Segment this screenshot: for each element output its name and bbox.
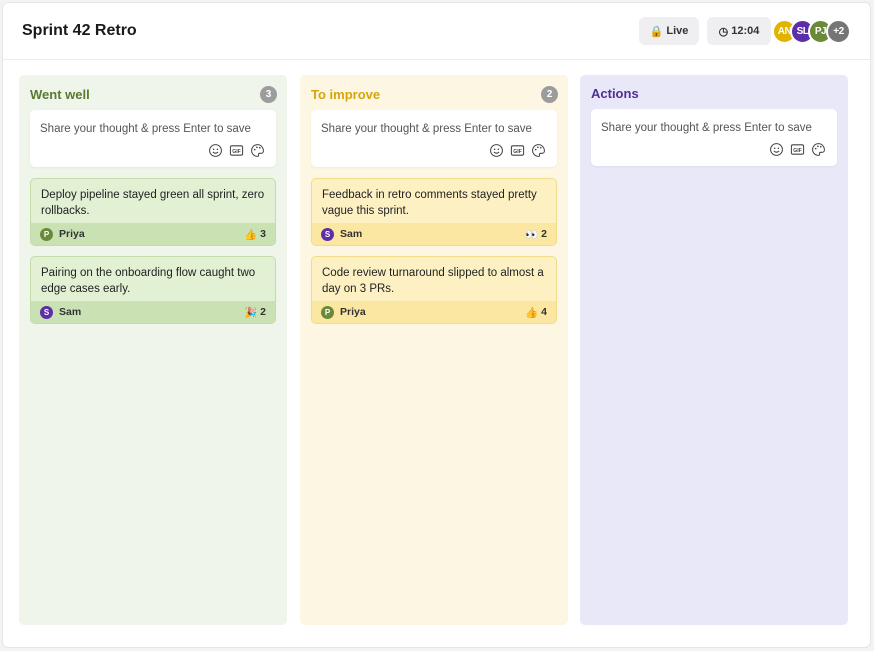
reaction-button[interactable]: 👍 4 [525, 306, 547, 319]
palette-icon[interactable] [250, 143, 265, 158]
retro-card[interactable]: Pairing on the onboarding flow caught tw… [30, 256, 276, 324]
eyes-icon: 👀 [525, 228, 539, 241]
live-label: Live [666, 25, 689, 37]
column-title: Went well [30, 87, 90, 102]
column-went-well: Went well 3 Share your thought & press E… [19, 75, 287, 625]
palette-icon[interactable] [811, 142, 826, 157]
author-avatar: S [321, 227, 334, 241]
timer-button[interactable]: ◷ 12:04 [707, 17, 771, 45]
author-name: Priya [340, 306, 366, 318]
page-title: Sprint 42 Retro [22, 22, 137, 39]
gif-icon[interactable]: GIF [510, 143, 525, 158]
author-name: Sam [340, 228, 363, 240]
thought-input[interactable]: Share your thought & press Enter to save… [591, 109, 837, 166]
more-participants-badge[interactable]: +2 [826, 19, 851, 44]
emoji-icon[interactable] [489, 143, 504, 158]
thumbs-up-icon: 👍 [525, 306, 539, 319]
author-avatar: P [321, 305, 334, 319]
gif-icon[interactable]: GIF [790, 142, 805, 157]
reaction-button[interactable]: 🎉 2 [244, 306, 266, 319]
reaction-button[interactable]: 👀 2 [525, 228, 547, 241]
column-title: To improve [311, 87, 381, 102]
column-to-improve: To improve 2 Share your thought & press … [300, 75, 568, 625]
author-avatar: S [40, 305, 53, 319]
reaction-count: 2 [541, 228, 547, 240]
svg-text:GIF: GIF [793, 148, 802, 154]
emoji-icon[interactable] [208, 143, 223, 158]
input-placeholder: Share your thought & press Enter to save [601, 122, 812, 134]
retro-board: Sprint 42 Retro 🔒 Live ◷ 12:04 AN SL PJ … [2, 2, 871, 648]
party-icon: 🎉 [244, 306, 258, 319]
card-text: Pairing on the onboarding flow caught tw… [41, 267, 256, 295]
input-placeholder: Share your thought & press Enter to save [321, 123, 532, 135]
card-text: Deploy pipeline stayed green all sprint,… [41, 189, 265, 217]
card-count-badge: 2 [541, 86, 558, 103]
author-name: Sam [59, 306, 82, 318]
card-text: Feedback in retro comments stayed pretty… [322, 189, 537, 217]
reaction-count: 4 [541, 306, 547, 318]
reaction-count: 3 [260, 228, 266, 240]
retro-card[interactable]: Feedback in retro comments stayed pretty… [311, 178, 557, 246]
column-actions: Actions Share your thought & press Enter… [580, 75, 848, 625]
emoji-icon[interactable] [769, 142, 784, 157]
svg-text:GIF: GIF [513, 149, 522, 155]
card-text: Code review turnaround slipped to almost… [322, 267, 544, 295]
timer-label: 12:04 [731, 25, 760, 37]
column-title: Actions [591, 86, 639, 101]
svg-text:GIF: GIF [232, 149, 241, 155]
gif-icon[interactable]: GIF [229, 143, 244, 158]
thought-input[interactable]: Share your thought & press Enter to save… [30, 110, 276, 167]
card-count-badge: 3 [260, 86, 277, 103]
lock-icon: 🔒 [649, 25, 664, 38]
live-toggle-button[interactable]: 🔒 Live [639, 17, 699, 45]
input-placeholder: Share your thought & press Enter to save [40, 123, 251, 135]
reaction-count: 2 [260, 306, 266, 318]
author-name: Priya [59, 228, 85, 240]
palette-icon[interactable] [531, 143, 546, 158]
thought-input[interactable]: Share your thought & press Enter to save… [311, 110, 557, 167]
thumbs-up-icon: 👍 [244, 228, 258, 241]
top-bar: Sprint 42 Retro 🔒 Live ◷ 12:04 AN SL PJ … [3, 3, 870, 60]
retro-card[interactable]: Deploy pipeline stayed green all sprint,… [30, 178, 276, 246]
clock-icon: ◷ [718, 25, 729, 38]
author-avatar: P [40, 227, 53, 241]
retro-card[interactable]: Code review turnaround slipped to almost… [311, 256, 557, 324]
reaction-button[interactable]: 👍 3 [244, 228, 266, 241]
